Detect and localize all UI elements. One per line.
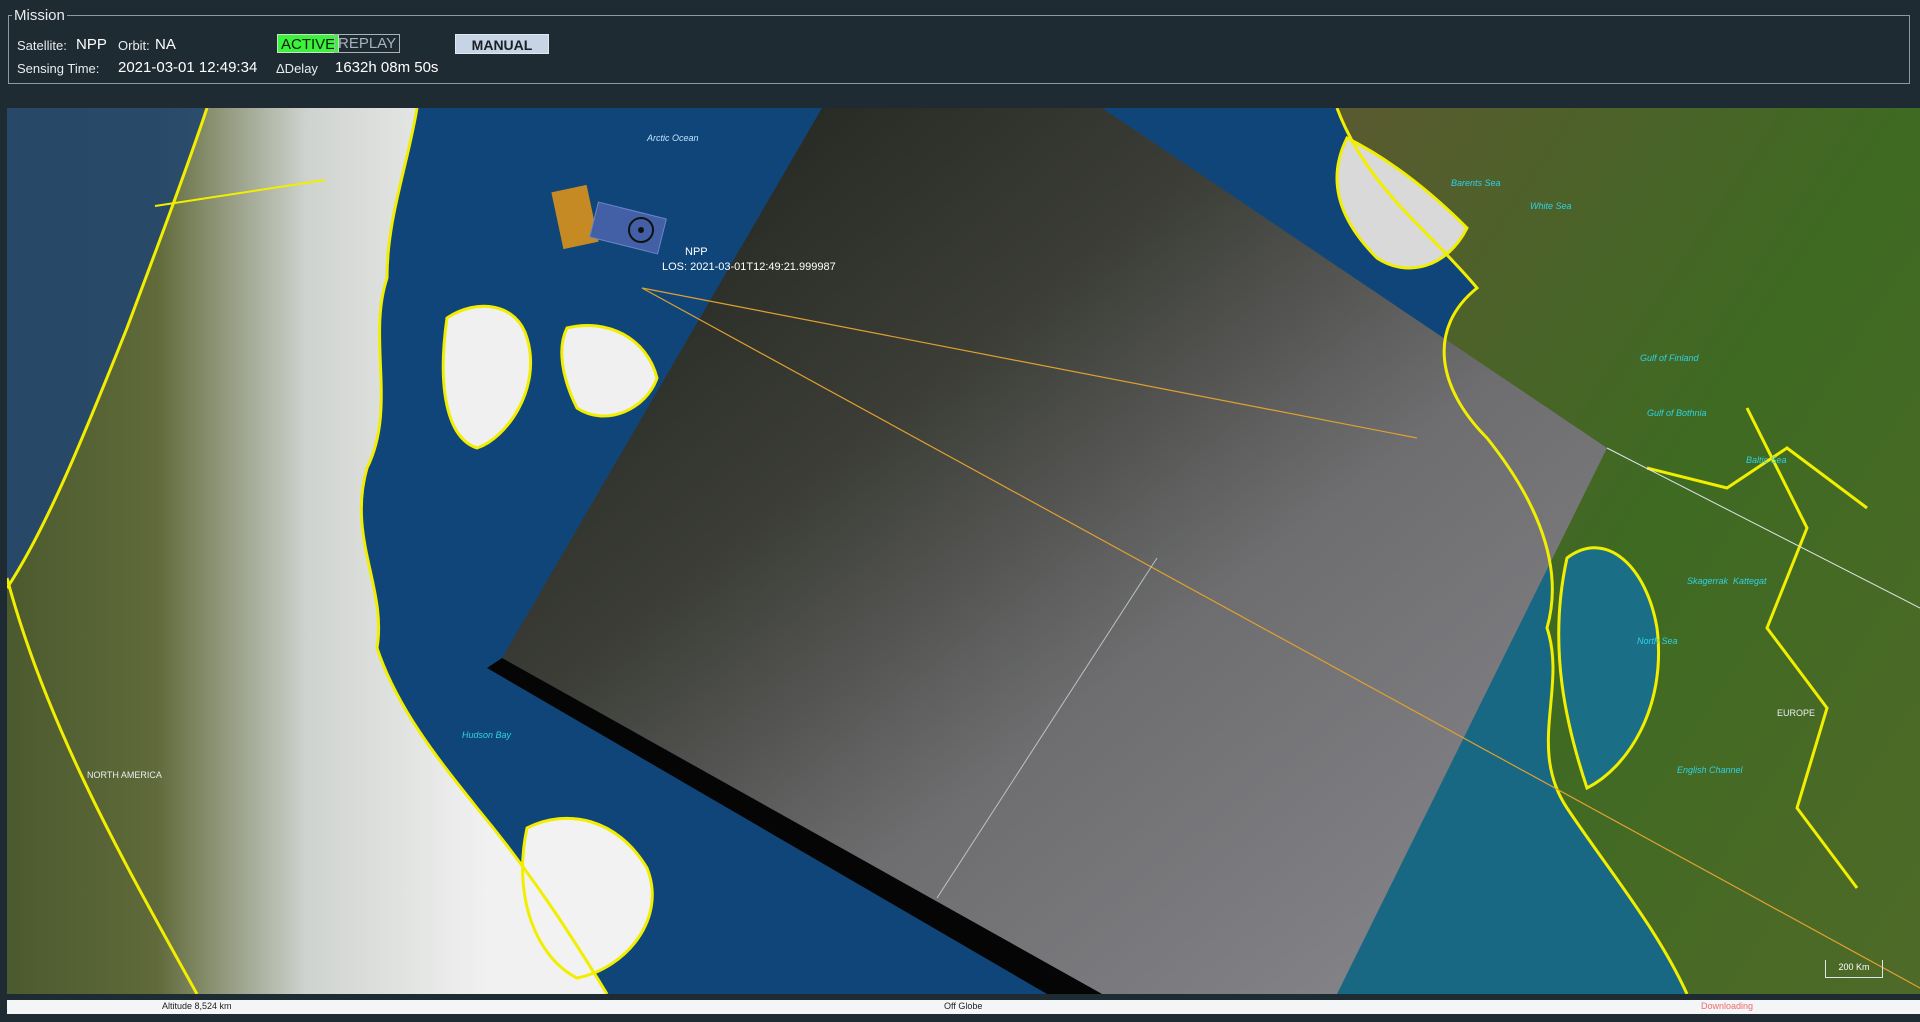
- orbit-value: NA: [155, 36, 176, 53]
- los-label: LOS: 2021-03-01T12:49:21.999987: [662, 261, 836, 273]
- active-mode-button[interactable]: ACTIVE: [277, 34, 340, 53]
- globe-status: Off Globe: [944, 1001, 983, 1011]
- north-america-label: NORTH AMERICA: [87, 770, 162, 780]
- barents-sea-label: Barents Sea: [1451, 178, 1501, 188]
- europe-label: EUROPE: [1777, 708, 1816, 718]
- gulf-of-bothnia-label: Gulf of Bothnia: [1647, 408, 1707, 418]
- north-sea-label: North Sea: [1637, 636, 1678, 646]
- delay-label: ΔDelay: [276, 61, 318, 76]
- manual-button[interactable]: MANUAL: [455, 34, 549, 54]
- white-sea-label: White Sea: [1530, 201, 1572, 211]
- sensing-time-label: Sensing Time:: [17, 61, 100, 76]
- scale-bar: 200 Km: [1825, 960, 1883, 978]
- orbit-label: Orbit:: [118, 38, 150, 53]
- baltic-sea-label: Baltic Sea: [1746, 455, 1787, 465]
- replay-mode-button[interactable]: REPLAY: [334, 34, 401, 53]
- english-channel-label: English Channel: [1677, 765, 1743, 775]
- sensing-time-value: 2021-03-01 12:49:34: [118, 59, 258, 76]
- kattegat-label: Kattegat: [1733, 576, 1767, 586]
- arctic-ocean-label: Arctic Ocean: [647, 133, 699, 143]
- mission-panel: Mission Satellite: NPP Orbit: NA Sensing…: [8, 7, 1910, 84]
- gulf-of-finland-label: Gulf of Finland: [1640, 353, 1699, 363]
- globe-render: [7, 108, 1920, 994]
- satellite-value: NPP: [76, 36, 107, 53]
- globe-map-view[interactable]: NPP LOS: 2021-03-01T12:49:21.999987 Arct…: [7, 108, 1920, 994]
- altitude-readout: Altitude 8,524 km: [162, 1001, 232, 1011]
- skagerrak-label: Skagerrak: [1687, 576, 1729, 586]
- hudson-bay-label: Hudson Bay: [462, 730, 512, 740]
- delay-value: 1632h 08m 50s: [335, 59, 439, 76]
- satellite-label: Satellite:: [17, 38, 67, 53]
- status-bar: Altitude 8,524 km Off Globe Downloading: [7, 1000, 1920, 1014]
- mission-legend: Mission: [12, 7, 67, 24]
- download-status: Downloading: [1701, 1001, 1754, 1011]
- satellite-label: NPP: [685, 246, 708, 258]
